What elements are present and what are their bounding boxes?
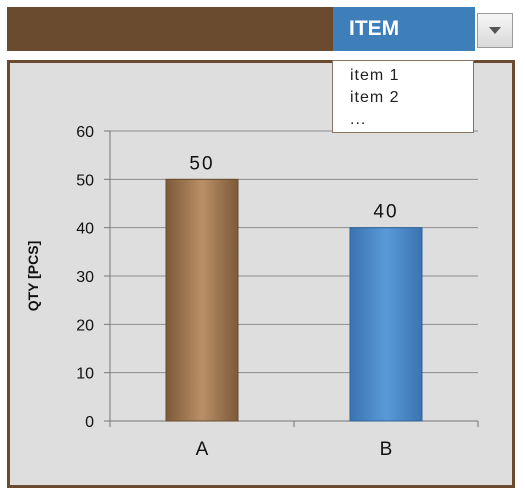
dropdown-option-item-1[interactable]: item 1 <box>350 65 473 87</box>
dropdown-list: item 1 item 2 ... <box>332 60 474 133</box>
bar-b <box>349 227 423 422</box>
dropdown-option-item-2[interactable]: item 2 <box>350 87 473 109</box>
y-axis-label: QTY [PCS] <box>25 241 41 312</box>
y-tick-label: 0 <box>85 414 94 431</box>
y-tick-label: 30 <box>76 269 94 286</box>
y-tick-label: 60 <box>76 124 94 141</box>
x-tick-label-a: A <box>196 439 209 460</box>
dropdown-option-more[interactable]: ... <box>350 109 473 131</box>
bar-a <box>165 178 239 422</box>
y-tick-label: 40 <box>76 221 94 238</box>
data-label-a: 50 <box>189 153 214 174</box>
y-tick-label: 50 <box>76 172 94 189</box>
y-tick-label: 10 <box>76 366 94 383</box>
y-tick-label: 20 <box>76 317 94 334</box>
x-tick-label-b: B <box>380 439 393 460</box>
data-label-b: 40 <box>373 202 398 223</box>
